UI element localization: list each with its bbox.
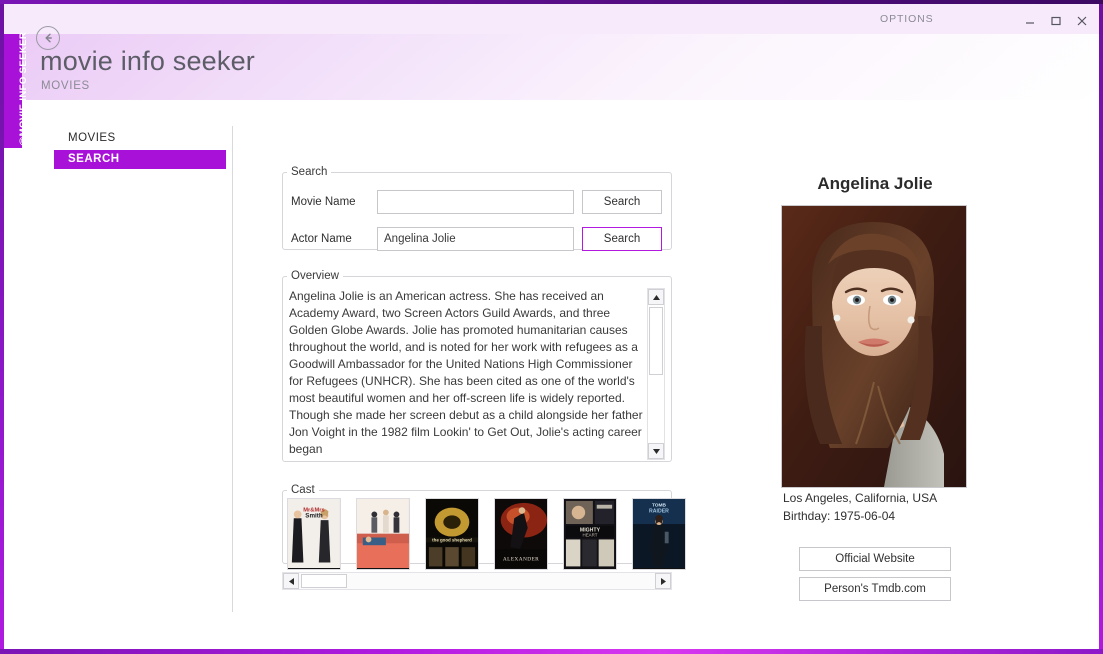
svg-text:HEART: HEART [583, 533, 598, 538]
cast-poster-strip: Mr&Mrs Smith the good shepherd ALEXANDER… [287, 498, 686, 570]
cast-poster-item[interactable]: Mr&Mrs Smith [287, 498, 341, 570]
page-subtitle: MOVIES [41, 80, 90, 92]
sidebar-item-search[interactable]: SEARCH [54, 150, 226, 169]
person-place: Los Angeles, California, USA [783, 491, 938, 505]
triangle-right-icon[interactable] [655, 573, 671, 589]
movie-name-row: Movie Name Search [291, 190, 662, 214]
svg-text:the good shepherd: the good shepherd [432, 537, 472, 542]
search-panel-legend: Search [291, 166, 328, 178]
actor-name-row: Actor Name Search [291, 227, 662, 251]
triangle-up-icon[interactable] [648, 289, 664, 305]
cast-poster-item[interactable] [356, 498, 410, 570]
window-frame-left [0, 4, 4, 650]
svg-text:RAIDER: RAIDER [649, 508, 669, 514]
cast-scroll-thumb[interactable] [301, 574, 347, 588]
minimize-icon[interactable] [1023, 14, 1037, 28]
person-name: Angelina Jolie [817, 174, 933, 193]
close-icon[interactable] [1075, 14, 1089, 28]
cast-poster-item[interactable]: ALEXANDER [494, 498, 548, 570]
movie-search-button[interactable]: Search [582, 190, 662, 214]
search-panel: Search Movie Name Search Actor Name Sear… [282, 166, 672, 251]
sidebar-nav: MOVIES SEARCH [54, 132, 226, 169]
window-frame-bottom [0, 649, 1103, 654]
window-frame-right [1099, 4, 1103, 650]
window-controls [1023, 14, 1089, 28]
overview-scroll-thumb[interactable] [649, 307, 663, 375]
overview-panel-legend: Overview [291, 270, 339, 282]
cast-poster-item[interactable]: TOMB RAIDER [632, 498, 686, 570]
cast-panel: Cast Mr&Mrs Smith the good shepherd ALEX… [282, 484, 686, 570]
overview-panel: Overview Angelina Jolie is an American a… [282, 270, 672, 462]
svg-text:ALEXANDER: ALEXANDER [503, 557, 539, 563]
movie-name-input[interactable] [377, 190, 574, 214]
cast-panel-legend: Cast [291, 484, 315, 496]
maximize-icon[interactable] [1049, 14, 1063, 28]
back-arrow-icon [45, 33, 52, 43]
cast-poster-item[interactable]: the good shepherd [425, 498, 479, 570]
person-birthday: Birthday: 1975-06-04 [783, 509, 896, 523]
vertical-app-tab-label: @MOVIE INFO SEEKER [18, 31, 29, 146]
person-photo [781, 205, 967, 488]
official-website-button[interactable]: Official Website [799, 547, 951, 571]
triangle-down-icon[interactable] [648, 443, 664, 459]
options-label[interactable]: OPTIONS [880, 13, 934, 25]
cast-scrollbar[interactable] [282, 572, 672, 590]
person-tmdb-button[interactable]: Person's Tmdb.com [799, 577, 951, 601]
sidebar-header: MOVIES [68, 132, 116, 144]
cast-poster-item[interactable]: MIGHTY HEART [563, 498, 617, 570]
overview-text-area[interactable]: Angelina Jolie is an American actress. S… [289, 288, 645, 460]
movie-name-label: Movie Name [291, 196, 356, 208]
vertical-app-tab: @MOVIE INFO SEEKER [4, 32, 29, 148]
actor-name-input[interactable] [377, 227, 574, 251]
window-frame-top [0, 0, 1103, 4]
sidebar-divider [232, 126, 233, 612]
portrait-image [782, 206, 966, 487]
app-window: OPTIONS movie info seeker MOVIES @MOVIE … [0, 0, 1103, 654]
overview-scrollbar[interactable] [647, 288, 665, 460]
actor-search-button[interactable]: Search [582, 227, 662, 251]
triangle-left-icon[interactable] [283, 573, 299, 589]
page-title: movie info seeker [40, 46, 255, 76]
actor-name-label: Actor Name [291, 233, 352, 245]
title-bar: OPTIONS [4, 4, 1099, 34]
svg-text:Smith: Smith [305, 512, 323, 519]
overview-text: Angelina Jolie is an American actress. S… [289, 289, 643, 456]
